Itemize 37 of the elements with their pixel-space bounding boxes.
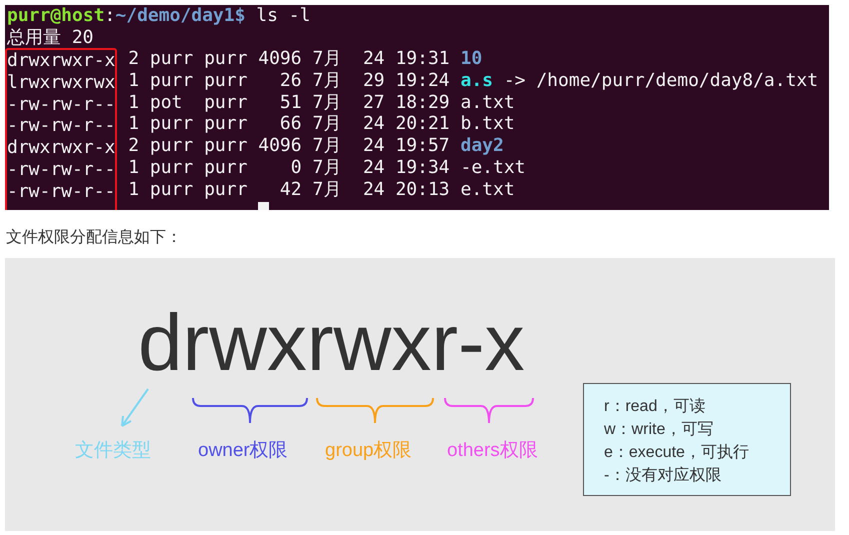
prompt-path: ~/demo/day1$	[115, 5, 246, 26]
diagram-label: 文件类型	[75, 439, 151, 463]
permission-text: -rw-rw-r--	[7, 180, 116, 202]
file-details: 2 purr purr 4096 7月 24 19:31	[127, 48, 451, 70]
file-details: 2 purr purr 4096 7月 24 19:57	[127, 135, 451, 156]
legend-text: w：write，可写	[604, 420, 714, 440]
file-details: 1 purr purr 26 7月 29 19:24	[127, 70, 451, 92]
legend-text: r：read，可读	[604, 396, 706, 417]
legend-text: -：没有对应权限	[604, 466, 722, 486]
file-name: a.s	[460, 70, 493, 92]
file-name: b.txt	[460, 113, 515, 134]
diagram-label: others权限	[447, 439, 538, 463]
permission-text: lrwxrwxrwx	[7, 72, 116, 94]
file-name: a.txt	[460, 92, 515, 113]
file-name: -e.txt	[460, 156, 526, 178]
file-name: day2	[460, 135, 504, 156]
caption-text: 文件权限分配信息如下：	[6, 228, 183, 248]
command-text: ls -l	[255, 5, 310, 26]
file-details: 1 purr purr 42 7月 24 20:13	[127, 178, 451, 200]
prompt-user-host: purr@host	[7, 5, 105, 26]
permission-text: -rw-rw-r--	[7, 158, 116, 180]
total-text: 总用量 20	[7, 26, 94, 48]
prompt-colon: :	[104, 5, 116, 26]
permission-text: drwxrwxr-x	[7, 137, 116, 158]
permission-string: drwxrwxr-x	[138, 298, 525, 388]
permission-text: -rw-rw-r--	[7, 115, 116, 136]
file-name: 10	[460, 48, 482, 70]
file-details: 1 pot purr 51 7月 27 18:29	[127, 92, 451, 113]
legend-text: e：execute，可执行	[604, 442, 750, 463]
permission-text: drwxrwxr-x	[7, 50, 116, 72]
file-details: 1 purr purr 66 7月 24 20:21	[127, 113, 451, 134]
file-name: e.txt	[460, 178, 515, 200]
diagram-label: group权限	[325, 439, 412, 463]
permission-text: -rw-rw-r--	[7, 94, 116, 115]
diagram-label: owner权限	[198, 439, 288, 463]
link-target: -> /home/purr/demo/day8/a.txt	[502, 70, 818, 92]
file-details: 1 purr purr 0 7月 24 19:34	[127, 156, 451, 178]
